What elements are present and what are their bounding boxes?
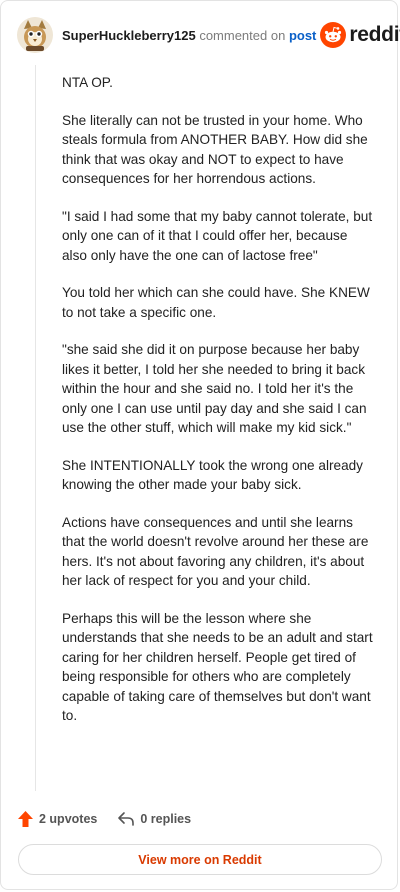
comment-paragraph: You told her which can she could have. S… bbox=[62, 285, 370, 320]
comment-paragraph: Actions have consequences and until she … bbox=[62, 514, 369, 589]
reddit-logo[interactable]: reddit bbox=[320, 22, 400, 48]
reddit-wordmark: reddit bbox=[349, 23, 400, 46]
reply-count: 0 replies bbox=[140, 812, 192, 826]
upvote-button[interactable]: 2 upvotes bbox=[17, 810, 97, 828]
comment-header: SuperHuckleberry125 commented on post re… bbox=[17, 15, 400, 55]
upvote-arrow-icon bbox=[18, 811, 33, 827]
avatar[interactable] bbox=[17, 17, 53, 53]
comment-paragraph: She literally can not be trusted in your… bbox=[62, 112, 368, 187]
comment-paragraph: NTA OP. bbox=[62, 75, 113, 90]
reddit-snoo-icon bbox=[320, 22, 347, 48]
username[interactable]: SuperHuckleberry125 bbox=[62, 28, 196, 43]
avatar-image bbox=[17, 17, 53, 53]
comment-paragraph: Perhaps this will be the lesson where sh… bbox=[62, 610, 373, 724]
comment-meta: SuperHuckleberry125 commented on post bbox=[62, 28, 316, 43]
view-more-button[interactable]: View more on Reddit bbox=[18, 844, 382, 875]
post-link[interactable]: post bbox=[289, 28, 316, 43]
comment-paragraph: She INTENTIONALLY took the wrong one alr… bbox=[62, 457, 363, 493]
comment-card: SuperHuckleberry125 commented on post re… bbox=[0, 0, 400, 890]
comment-paragraph: "she said she did it on purpose because … bbox=[62, 342, 367, 435]
reply-icon bbox=[118, 812, 135, 826]
upvote-count: 2 upvotes bbox=[39, 812, 98, 826]
comment-body: NTA OP. She literally can not be trusted… bbox=[62, 73, 374, 744]
reply-button[interactable]: 0 replies bbox=[117, 811, 191, 827]
thread-line bbox=[35, 65, 36, 791]
comment-paragraph: "I said I had some that my baby cannot t… bbox=[62, 208, 373, 263]
comment-actions: 2 upvotes 0 replies bbox=[17, 807, 191, 831]
action-text: commented on bbox=[199, 27, 286, 43]
